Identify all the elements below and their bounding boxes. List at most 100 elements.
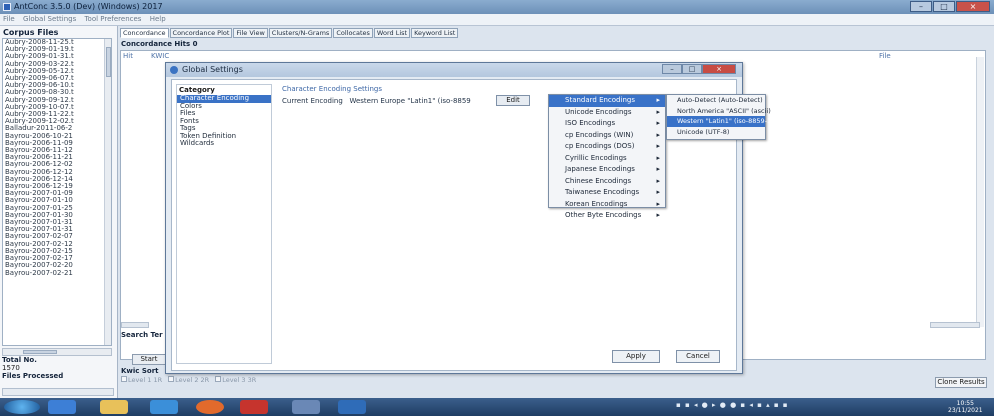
corpus-file-item[interactable]: Bayrou-2007-02-21	[3, 269, 111, 277]
column-hit[interactable]: Hit	[123, 52, 133, 60]
category-list: Category Character Encoding Colors Files Fo…	[176, 84, 272, 364]
level-3-label: Level 3	[222, 376, 246, 384]
level-3[interactable]: Level 3 3R	[215, 376, 256, 384]
corpus-sidebar: Corpus Files Aubry-2008-11-25.t Aubry-200…	[0, 26, 118, 398]
dialog-icon	[170, 66, 178, 74]
firefox-icon[interactable]	[196, 400, 224, 414]
standard-encoding-item[interactable]: Unicode (UTF-8)	[667, 127, 765, 138]
r-icon[interactable]	[240, 400, 268, 414]
encoding-menu-item[interactable]: Other Byte Encodings	[549, 210, 665, 222]
window-title-bar: AntConc 3.5.0 (Dev) (Windows) 2017 – □ ×	[0, 0, 994, 14]
total-label: Total No.	[2, 356, 37, 364]
clock-date: 23/11/2021	[948, 407, 983, 414]
app-icon-2[interactable]	[292, 400, 320, 414]
dialog-close-button[interactable]: ×	[702, 64, 736, 74]
concordance-scrollbar[interactable]	[976, 57, 984, 327]
minimize-button[interactable]: –	[910, 1, 932, 12]
app-icon-1[interactable]	[150, 400, 178, 414]
column-file[interactable]: File	[879, 52, 891, 60]
apply-button[interactable]: Apply	[612, 350, 660, 363]
start-menu-icon[interactable]	[4, 400, 40, 414]
kwic-sort-label: Kwic Sort	[121, 367, 159, 375]
window-controls: – □ ×	[910, 1, 990, 12]
corpus-list-scrollbar[interactable]	[104, 39, 111, 345]
menu-help[interactable]: Help	[147, 14, 169, 24]
menu-bar: File Global Settings Tool Preferences He…	[0, 14, 994, 26]
start-button[interactable]: Start	[132, 354, 166, 365]
maximize-button[interactable]: □	[933, 1, 955, 12]
kwic-sort-levels: Level 1 1R Level 2 2R Level 3 3R	[121, 376, 256, 384]
current-encoding-label: Current Encoding	[282, 97, 343, 105]
menu-global-settings[interactable]: Global Settings	[20, 14, 79, 24]
encoding-menu-item[interactable]: cp Encodings (WIN)	[549, 130, 665, 142]
explorer-icon[interactable]	[100, 400, 128, 414]
level-3-value[interactable]: 3R	[248, 376, 257, 384]
standard-encoding-item[interactable]: Auto-Detect (Auto-Detect)	[667, 95, 765, 106]
tab-collocates[interactable]: Collocates	[333, 28, 373, 38]
standard-encoding-item[interactable]: North America "ASCII" (ascii)	[667, 106, 771, 117]
window-title: AntConc 3.5.0 (Dev) (Windows) 2017	[14, 2, 163, 11]
concordance-hits: Concordance Hits 0	[121, 40, 197, 48]
level-2-value[interactable]: 2R	[201, 376, 210, 384]
clock-time: 10:55	[956, 400, 974, 407]
ie-icon[interactable]	[48, 400, 76, 414]
encoding-menu-item[interactable]: cp Encodings (DOS)	[549, 141, 665, 153]
dialog-window-controls: – □ ×	[662, 64, 736, 74]
category-item[interactable]: Wildcards	[177, 139, 271, 148]
encoding-menu-item[interactable]: Korean Encodings	[549, 199, 665, 211]
search-term-label: Search Ter	[121, 331, 163, 339]
tab-clusters[interactable]: Clusters/N-Grams	[268, 28, 333, 38]
corpus-file-list[interactable]: Aubry-2008-11-25.t Aubry-2009-01-19.t Aubr…	[2, 38, 112, 346]
tab-word-list[interactable]: Word List	[373, 28, 411, 38]
scrollbar-thumb[interactable]	[106, 47, 111, 77]
files-processed-label: Files Processed	[2, 372, 64, 380]
concordance-hits-label: Concordance Hits	[121, 40, 191, 48]
encoding-menu-item[interactable]: Japanese Encodings	[549, 164, 665, 176]
level-2[interactable]: Level 2 2R	[168, 376, 209, 384]
tab-concordance-plot[interactable]: Concordance Plot	[169, 28, 233, 38]
antconc-taskbar-icon[interactable]	[338, 400, 366, 414]
level-1-label: Level 1	[128, 376, 152, 384]
standard-encoding-item[interactable]: Western "Latin1" (iso-8859-1)	[667, 116, 774, 127]
clone-results-button[interactable]: Clone Results	[935, 377, 987, 388]
current-encoding-value: Western Europe "Latin1" (iso-8859	[349, 97, 471, 105]
column-kwic[interactable]: KWIC	[151, 52, 169, 60]
dialog-maximize-button[interactable]: □	[682, 64, 702, 74]
corpus-list-hscrollbar[interactable]	[2, 348, 112, 356]
concordance-hits-value: 0	[192, 40, 198, 48]
clock[interactable]: 10:55 23/11/2021	[948, 400, 983, 414]
encoding-menu-item[interactable]: Unicode Encodings	[549, 107, 665, 119]
level-2-label: Level 2	[175, 376, 199, 384]
level-1-value[interactable]: 1R	[153, 376, 162, 384]
encoding-settings-title: Character Encoding Settings	[282, 85, 382, 93]
tool-tabs: Concordance Concordance Plot File View C…	[120, 28, 459, 38]
corpus-stats: Total No. 1570 Files Processed	[2, 356, 63, 380]
current-encoding: Current Encoding Western Europe "Latin1"…	[282, 97, 471, 105]
kwic-left-scrollbar[interactable]	[121, 322, 149, 328]
encoding-type-menu: Standard EncodingsUnicode EncodingsISO E…	[548, 94, 666, 221]
menu-file[interactable]: File	[0, 14, 18, 24]
standard-encodings-submenu: Auto-Detect (Auto-Detect) North America "…	[666, 94, 774, 140]
dialog-minimize-button[interactable]: –	[662, 64, 682, 74]
encoding-menu-item[interactable]: Chinese Encodings	[549, 176, 665, 188]
tab-keyword-list[interactable]: Keyword List	[411, 28, 459, 38]
edit-encoding-button[interactable]: Edit	[496, 95, 530, 106]
encoding-menu-item[interactable]: Taiwanese Encodings	[549, 187, 665, 199]
tab-concordance[interactable]: Concordance	[120, 28, 169, 38]
dialog-title: Global Settings	[182, 65, 243, 74]
kwic-right-scrollbar[interactable]	[930, 322, 980, 328]
app-icon	[3, 3, 11, 11]
tab-file-view[interactable]: File View	[233, 28, 268, 38]
taskbar: ▪ ▪ ◂ ● ▸ ● ● ▪ ◂ ▪ ▴ ▪ ▪ 10:55 23/11/20…	[0, 398, 994, 416]
close-button[interactable]: ×	[956, 1, 990, 12]
level-2-checkbox[interactable]	[168, 376, 175, 382]
level-1[interactable]: Level 1 1R	[121, 376, 162, 384]
encoding-menu-item[interactable]: Cyrillic Encodings	[549, 153, 665, 165]
level-1-checkbox[interactable]	[121, 376, 127, 382]
cancel-button[interactable]: Cancel	[676, 350, 720, 363]
menu-tool-preferences[interactable]: Tool Preferences	[81, 14, 144, 24]
hscrollbar-thumb[interactable]	[23, 350, 57, 354]
encoding-menu-item[interactable]: Standard Encodings	[549, 95, 665, 107]
level-3-checkbox[interactable]	[215, 376, 222, 382]
encoding-menu-item[interactable]: ISO Encodings	[549, 118, 665, 130]
